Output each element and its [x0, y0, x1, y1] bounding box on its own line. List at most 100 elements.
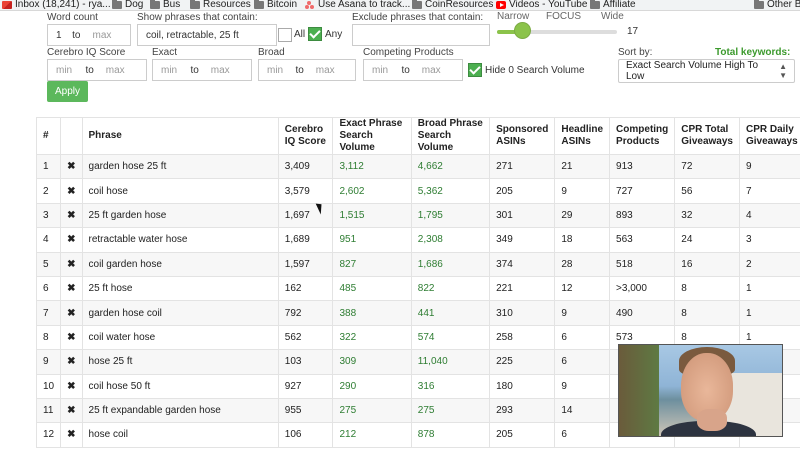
row-broad-volume: 275	[410, 397, 491, 424]
col-broad-volume[interactable]: Broad Phrase Search Volume	[410, 117, 491, 155]
apply-button[interactable]: Apply	[47, 81, 88, 102]
exclude-phrases-input[interactable]	[352, 24, 490, 46]
remove-phrase-icon[interactable]: ✖	[60, 300, 83, 326]
table-row[interactable]: 4 ✖ retractable water hose 1,689 951 2,308 349…	[35, 227, 800, 253]
remove-phrase-icon[interactable]: ✖	[60, 397, 83, 424]
bookmark-dog[interactable]: Dog	[112, 0, 143, 10]
row-cpr-daily: 3	[738, 227, 800, 253]
sort-select[interactable]: Exact Search Volume High To Low ▲ ▼	[618, 59, 795, 83]
col-exact-volume[interactable]: Exact Phrase Search Volume	[332, 117, 412, 155]
asana-icon	[305, 1, 315, 9]
remove-phrase-icon[interactable]: ✖	[60, 422, 83, 448]
col-index[interactable]: #	[35, 117, 62, 155]
row-broad-volume: 1,795	[410, 202, 491, 229]
row-headline-asins: 6	[554, 422, 611, 448]
col-phrase[interactable]: Phrase	[81, 117, 279, 155]
row-cpr-total: 72	[674, 153, 740, 180]
word-count-max-input[interactable]: max	[93, 30, 112, 41]
table-row[interactable]: 5 ✖ coil garden hose 1,597 827 1,686 374 28 518 1…	[35, 251, 800, 277]
sort-by-label: Sort by:	[618, 47, 653, 58]
table-row[interactable]: 7 ✖ garden hose coil 792 388 441 310 9 490 8 1	[35, 300, 800, 326]
row-cpr-total: 16	[674, 251, 740, 277]
cerebro-iq-range[interactable]: min to max	[47, 59, 147, 81]
cerebro-iq-label: Cerebro IQ Score	[47, 47, 126, 58]
youtube-icon	[496, 1, 506, 9]
bookmark-gmail[interactable]: Inbox (18,241) - rya...	[2, 0, 111, 10]
row-sponsored-asins: 301	[489, 202, 556, 229]
remove-phrase-icon[interactable]: ✖	[60, 202, 83, 229]
row-broad-volume: 878	[410, 422, 491, 448]
remove-phrase-icon[interactable]: ✖	[60, 349, 83, 375]
broad-range[interactable]: min to max	[258, 59, 356, 81]
exclude-phrases-label: Exclude phrases that contain:	[352, 12, 484, 23]
bookmark-coinresources[interactable]: CoinResources	[412, 0, 493, 10]
row-cpr-total: 32	[674, 202, 740, 229]
show-phrases-input[interactable]: coil, retractable, 25 ft	[137, 24, 277, 46]
row-cerebro-iq: 792	[277, 300, 334, 326]
col-sponsored-asins[interactable]: Sponsored ASINs	[489, 117, 556, 155]
bookmark-bitcoin[interactable]: Bitcoin	[254, 0, 297, 10]
row-exact-volume: 290	[332, 373, 412, 399]
word-count-label: Word count	[47, 12, 98, 23]
table-row[interactable]: 1 ✖ garden hose 25 ft 3,409 3,112 4,662 271 21 9…	[35, 153, 800, 180]
row-phrase: 25 ft expandable garden hose	[81, 397, 279, 424]
bookmark-resources[interactable]: Resources	[190, 0, 251, 10]
row-competing-products: 913	[609, 153, 676, 180]
row-headline-asins: 18	[554, 227, 611, 253]
remove-phrase-icon[interactable]: ✖	[60, 153, 83, 180]
competing-products-range[interactable]: min to max	[363, 59, 463, 81]
row-phrase: hose 25 ft	[81, 349, 279, 375]
row-cerebro-iq: 3,579	[277, 178, 334, 204]
slider-narrow-label: Narrow	[497, 11, 530, 22]
table-row[interactable]: 6 ✖ 25 ft hose 162 485 822 221 12 >3,000 8 1	[35, 275, 800, 302]
row-competing-products: 727	[609, 178, 676, 204]
hide-zero-label: Hide 0 Search Volume	[485, 65, 585, 76]
row-sponsored-asins: 310	[489, 300, 556, 326]
row-exact-volume: 2,602	[332, 178, 412, 204]
remove-phrase-icon[interactable]: ✖	[60, 324, 83, 351]
table-row[interactable]: 3 ✖ 25 ft garden hose 1,697 1,515 1,795 301 29 8…	[35, 202, 800, 229]
remove-phrase-icon[interactable]: ✖	[60, 373, 83, 399]
bookmark-asana[interactable]: Use Asana to track...	[305, 0, 410, 10]
row-index: 7	[35, 300, 62, 326]
row-index: 4	[35, 227, 62, 253]
col-competing-products[interactable]: Competing Products	[609, 117, 676, 155]
row-phrase: 25 ft garden hose	[81, 202, 279, 229]
word-count-min-input[interactable]: 1	[56, 30, 62, 41]
focus-slider-handle[interactable]	[514, 22, 531, 39]
row-index: 10	[35, 373, 62, 399]
row-sponsored-asins: 205	[489, 178, 556, 204]
row-index: 11	[35, 397, 62, 424]
row-cerebro-iq: 103	[277, 349, 334, 375]
col-headline-asins[interactable]: Headline ASINs	[554, 117, 611, 155]
table-row[interactable]: 2 ✖ coil hose 3,579 2,602 5,362 205 9 727 56 7	[35, 178, 800, 204]
col-cpr-total[interactable]: CPR Total Giveaways	[674, 117, 740, 155]
col-cpr-daily[interactable]: CPR Daily Giveaways	[738, 117, 800, 155]
row-exact-volume: 827	[332, 251, 412, 277]
bookmark-bus[interactable]: Bus	[150, 0, 180, 10]
row-broad-volume: 316	[410, 373, 491, 399]
bookmark-youtube[interactable]: Videos - YouTube	[496, 0, 587, 10]
row-index: 5	[35, 251, 62, 277]
remove-phrase-icon[interactable]: ✖	[60, 178, 83, 204]
row-cerebro-iq: 1,689	[277, 227, 334, 253]
all-checkbox[interactable]	[278, 28, 292, 42]
bookmark-affiliate[interactable]: Affiliate	[590, 0, 636, 10]
bookmark-other[interactable]: Other B	[754, 0, 800, 10]
remove-phrase-icon[interactable]: ✖	[60, 275, 83, 302]
row-cpr-total: 24	[674, 227, 740, 253]
col-remove	[60, 117, 83, 155]
exact-label: Exact	[152, 47, 178, 58]
slider-value: 17	[627, 26, 639, 37]
row-phrase: garden hose coil	[81, 300, 279, 326]
row-sponsored-asins: 349	[489, 227, 556, 253]
remove-phrase-icon[interactable]: ✖	[60, 227, 83, 253]
exact-range[interactable]: min to max	[152, 59, 252, 81]
remove-phrase-icon[interactable]: ✖	[60, 251, 83, 277]
row-broad-volume: 441	[410, 300, 491, 326]
word-count-range[interactable]: 1 to max	[47, 24, 131, 46]
any-checkbox[interactable]	[308, 27, 322, 41]
folder-icon	[590, 0, 600, 9]
col-cerebro-iq[interactable]: Cerebro IQ Score	[277, 117, 334, 155]
hide-zero-checkbox[interactable]	[468, 63, 482, 77]
